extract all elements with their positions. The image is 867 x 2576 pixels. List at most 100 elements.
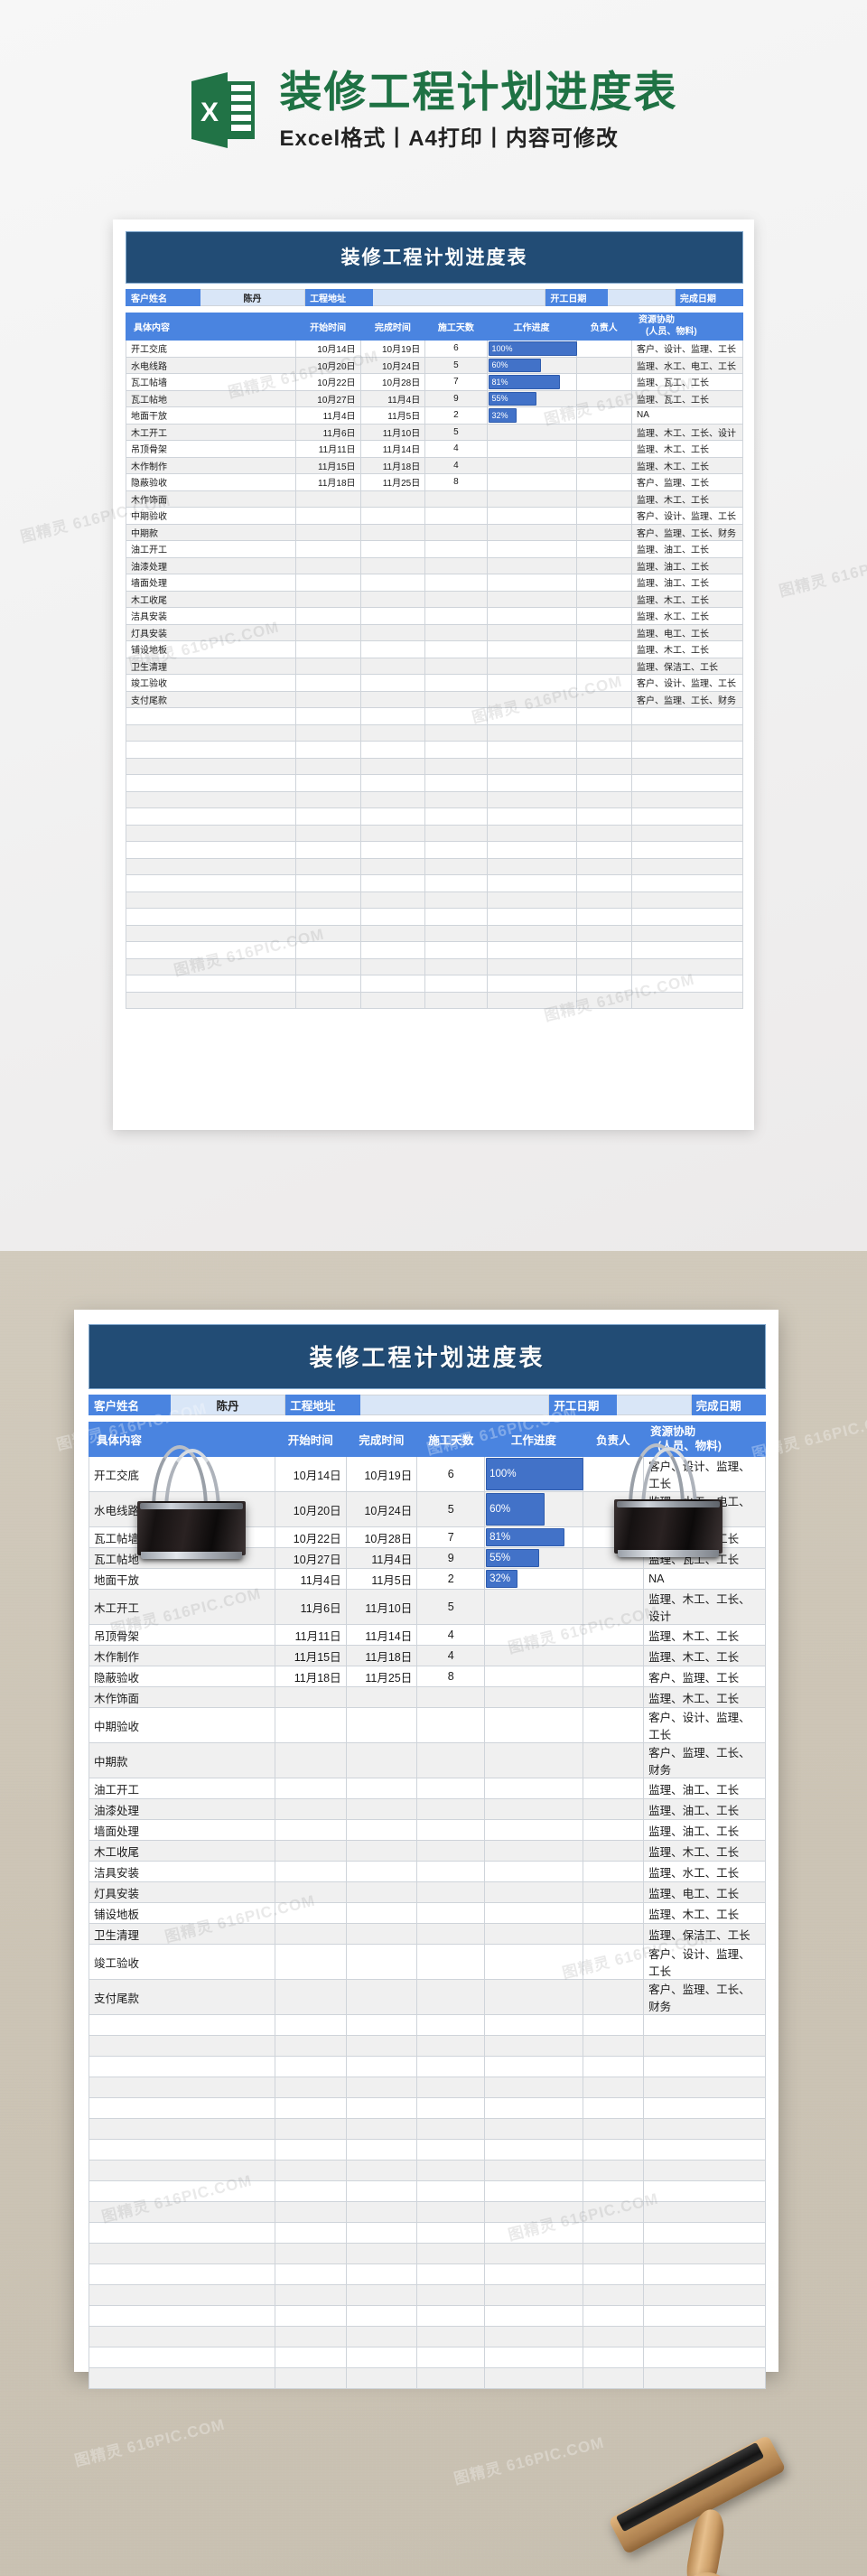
cell-days[interactable] — [424, 824, 488, 842]
table-row[interactable] — [126, 723, 743, 742]
cell-owner[interactable] — [582, 1819, 645, 1841]
cell-owner[interactable] — [582, 1666, 645, 1687]
cell-owner[interactable] — [575, 507, 633, 525]
cell-resources[interactable]: NA — [631, 406, 743, 425]
cell-progress[interactable] — [486, 723, 577, 742]
cell-start[interactable]: 11月6日 — [274, 1589, 347, 1625]
cell-start[interactable] — [294, 690, 361, 708]
cell-days[interactable] — [424, 690, 488, 708]
cell-start[interactable] — [274, 2243, 347, 2264]
cell-progress[interactable] — [484, 2139, 583, 2161]
cell-start[interactable] — [294, 674, 361, 692]
cell-task[interactable]: 油工开工 — [89, 1778, 275, 1799]
cell-resources[interactable] — [631, 991, 743, 1009]
cell-progress[interactable] — [486, 857, 577, 875]
cell-task[interactable]: 木作制作 — [126, 456, 296, 474]
cell-end[interactable] — [345, 1798, 418, 1820]
cell-owner[interactable] — [575, 975, 633, 993]
cell-owner[interactable] — [575, 640, 633, 658]
cell-progress[interactable] — [486, 574, 577, 592]
cell-task[interactable]: 木工开工 — [126, 423, 296, 441]
cell-task[interactable] — [89, 2160, 275, 2181]
cell-end[interactable]: 11月10日 — [345, 1589, 418, 1625]
cell-progress[interactable]: 60% — [484, 1491, 583, 1527]
table-row[interactable] — [89, 2160, 766, 2181]
cell-resources[interactable]: 客户、监理、工长、财务 — [631, 523, 743, 541]
cell-end[interactable] — [345, 2118, 418, 2140]
cell-end[interactable] — [345, 2014, 418, 2036]
cell-start[interactable]: 11月4日 — [294, 406, 361, 425]
cell-end[interactable]: 11月10日 — [359, 423, 426, 441]
cell-owner[interactable] — [575, 807, 633, 826]
cell-resources[interactable] — [643, 2284, 766, 2306]
cell-task[interactable] — [126, 924, 296, 942]
cell-days[interactable] — [424, 523, 488, 541]
cell-days[interactable] — [424, 790, 488, 808]
cell-start[interactable] — [294, 991, 361, 1009]
cell-resources[interactable]: 监理、保洁工、工长 — [643, 1923, 766, 1945]
cell-start[interactable] — [294, 490, 361, 508]
cell-task[interactable] — [89, 2201, 275, 2223]
table-row[interactable]: 油工开工 监理、油工、工长 — [89, 1778, 766, 1799]
cell-owner[interactable] — [575, 790, 633, 808]
cell-end[interactable] — [359, 807, 426, 826]
cell-progress[interactable] — [484, 2201, 583, 2223]
cell-days[interactable] — [424, 607, 488, 625]
cell-start[interactable]: 11月18日 — [294, 473, 361, 491]
cell-end[interactable] — [359, 490, 426, 508]
cell-days[interactable] — [416, 1944, 486, 1980]
cell-days[interactable] — [416, 2222, 486, 2244]
cell-progress[interactable] — [486, 590, 577, 608]
cell-days[interactable] — [424, 874, 488, 892]
cell-end[interactable] — [359, 723, 426, 742]
cell-days[interactable] — [416, 2180, 486, 2202]
cell-days[interactable]: 8 — [424, 473, 488, 491]
cell-resources[interactable]: 监理、水工、工长 — [643, 1861, 766, 1882]
table-row[interactable]: 水电线路10月20日10月24日560% 监理、水工、电工、工长 — [126, 356, 743, 374]
cell-start[interactable] — [294, 507, 361, 525]
cell-days[interactable] — [416, 1881, 486, 1903]
cell-days[interactable] — [424, 774, 488, 792]
cell-resources[interactable]: 客户、监理、工长、财务 — [643, 1742, 766, 1778]
cell-resources[interactable]: 监理、水工、电工、工长 — [631, 356, 743, 374]
cell-owner[interactable] — [582, 2263, 645, 2285]
cell-owner[interactable] — [575, 757, 633, 775]
cell-progress[interactable] — [484, 2097, 583, 2119]
cell-resources[interactable]: 监理、木工、工长 — [643, 1645, 766, 1666]
cell-owner[interactable] — [582, 2056, 645, 2077]
cell-owner[interactable] — [582, 1568, 645, 1590]
cell-start[interactable] — [294, 924, 361, 942]
cell-task[interactable] — [126, 991, 296, 1009]
cell-days[interactable]: 5 — [416, 1589, 486, 1625]
cell-resources[interactable] — [643, 2326, 766, 2347]
cell-resources[interactable]: 客户、设计、监理、工长 — [631, 674, 743, 692]
cell-task[interactable]: 木作制作 — [89, 1645, 275, 1666]
cell-resources[interactable] — [643, 2014, 766, 2036]
cell-task[interactable] — [89, 2326, 275, 2347]
cell-days[interactable] — [416, 2263, 486, 2285]
cell-owner[interactable] — [582, 1707, 645, 1743]
cell-owner[interactable] — [575, 857, 633, 875]
table-row[interactable]: 灯具安装 监理、电工、工长 — [126, 623, 743, 641]
cell-end[interactable] — [359, 741, 426, 759]
cell-owner[interactable] — [582, 2284, 645, 2306]
cell-end[interactable] — [359, 707, 426, 725]
table-row[interactable]: 油工开工 监理、油工、工长 — [126, 540, 743, 558]
cell-start[interactable] — [294, 941, 361, 959]
cell-start[interactable] — [294, 975, 361, 993]
cell-owner[interactable] — [582, 1624, 645, 1646]
table-row[interactable] — [126, 790, 743, 808]
cell-days[interactable] — [416, 1798, 486, 1820]
cell-start[interactable] — [274, 1819, 347, 1841]
cell-start[interactable] — [274, 2077, 347, 2098]
cell-resources[interactable] — [631, 807, 743, 826]
cell-progress[interactable] — [486, 941, 577, 959]
cell-progress[interactable] — [486, 991, 577, 1009]
cell-resources[interactable]: 监理、油工、工长 — [643, 1778, 766, 1799]
cell-resources[interactable] — [643, 2097, 766, 2119]
table-row[interactable] — [89, 2222, 766, 2244]
cell-end[interactable]: 10月28日 — [359, 373, 426, 391]
cell-progress[interactable] — [486, 807, 577, 826]
cell-resources[interactable] — [631, 857, 743, 875]
cell-days[interactable]: 2 — [416, 1568, 486, 1590]
